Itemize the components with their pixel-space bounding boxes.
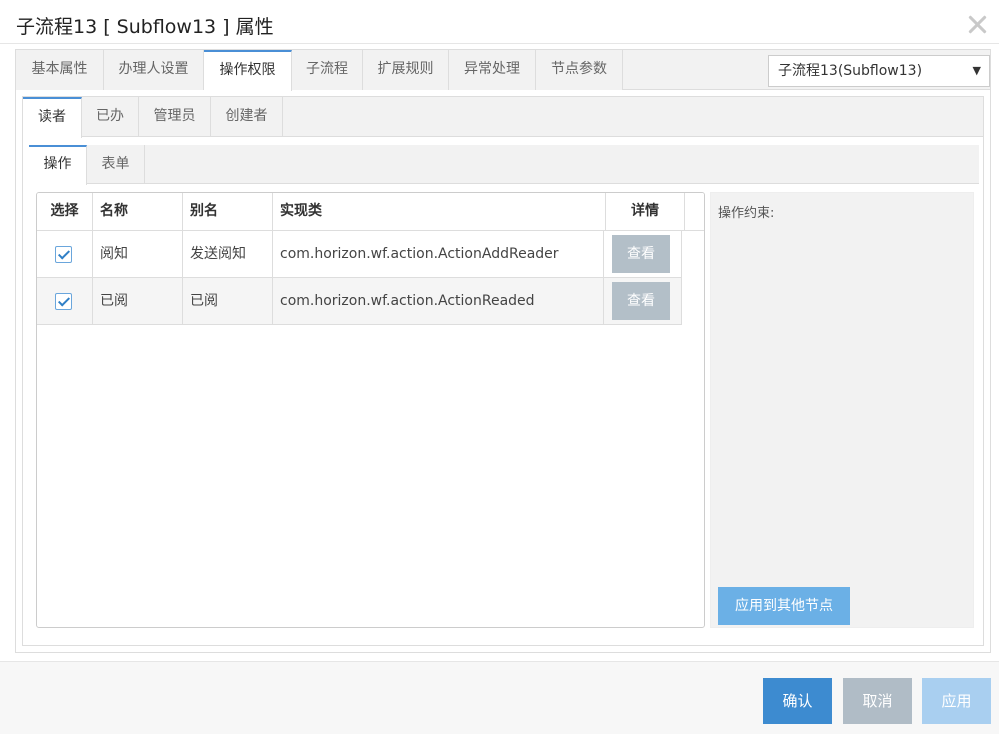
tab-operation[interactable]: 操作	[29, 145, 87, 185]
properties-dialog: 子流程13 [ Subflow13 ] 属性 基本属性 办理人设置 操作权限 子…	[0, 0, 999, 734]
name-cell: 已阅	[93, 278, 183, 324]
main-panel: 基本属性 办理人设置 操作权限 子流程 扩展规则 异常处理 节点参数 子流程13…	[15, 49, 991, 653]
row-checkbox[interactable]	[55, 293, 72, 310]
tab-exception-handling[interactable]: 异常处理	[449, 50, 536, 90]
select-cell	[37, 278, 93, 324]
operation-panel: 操作 表单 选择 名称 别名 实现类 详情 阅知 发送阅知 com.horizo…	[29, 145, 979, 643]
col-class: 实现类	[273, 193, 606, 230]
confirm-button[interactable]: 确认	[763, 678, 832, 724]
alias-cell: 已阅	[183, 278, 273, 324]
tab-extension-rules[interactable]: 扩展规则	[363, 50, 449, 90]
select-cell	[37, 231, 93, 277]
class-cell: com.horizon.wf.action.ActionAddReader	[273, 231, 604, 277]
title-bar: 子流程13 [ Subflow13 ] 属性	[0, 0, 999, 44]
dialog-footer: 确认 取消 应用	[0, 661, 999, 734]
apply-button[interactable]: 应用	[922, 678, 991, 724]
sub-tab-bar: 操作 表单	[29, 145, 979, 185]
table-row[interactable]: 已阅 已阅 com.horizon.wf.action.ActionReaded…	[37, 278, 682, 325]
col-detail: 详情	[606, 193, 685, 230]
role-panel: 读者 已办 管理员 创建者 操作 表单 选择 名称 别名 实现类 详情 阅知 发…	[22, 96, 984, 646]
node-select[interactable]: 子流程13(Subflow13) ▼	[768, 55, 990, 87]
dialog-title: 子流程13 [ Subflow13 ] 属性	[16, 16, 274, 38]
tab-operation-permissions[interactable]: 操作权限	[204, 50, 292, 91]
col-name: 名称	[93, 193, 183, 230]
tab-handler-settings[interactable]: 办理人设置	[104, 50, 204, 90]
view-button[interactable]: 查看	[612, 235, 670, 273]
role-tab-bar: 读者 已办 管理员 创建者	[23, 97, 983, 138]
top-tab-bar: 基本属性 办理人设置 操作权限 子流程 扩展规则 异常处理 节点参数 子流程13…	[16, 50, 990, 91]
table-row[interactable]: 阅知 发送阅知 com.horizon.wf.action.ActionAddR…	[37, 231, 682, 278]
row-checkbox[interactable]	[55, 246, 72, 263]
view-button[interactable]: 查看	[612, 282, 670, 320]
node-select-value: 子流程13(Subflow13)	[778, 63, 923, 79]
constraint-panel: 操作约束: 应用到其他节点	[710, 192, 974, 628]
close-icon[interactable]	[967, 14, 987, 34]
tab-subflow[interactable]: 子流程	[292, 50, 363, 90]
tab-node-parameters[interactable]: 节点参数	[536, 50, 623, 90]
tab-creator[interactable]: 创建者	[211, 97, 283, 137]
cancel-button[interactable]: 取消	[843, 678, 912, 724]
tab-done[interactable]: 已办	[82, 97, 139, 137]
operations-grid: 选择 名称 别名 实现类 详情 阅知 发送阅知 com.horizon.wf.a…	[36, 192, 705, 628]
col-alias: 别名	[183, 193, 273, 230]
tab-admin[interactable]: 管理员	[139, 97, 211, 137]
grid-header: 选择 名称 别名 实现类 详情	[37, 193, 704, 231]
constraint-label: 操作约束:	[718, 206, 775, 221]
tab-form[interactable]: 表单	[87, 145, 145, 184]
name-cell: 阅知	[93, 231, 183, 277]
detail-cell: 查看	[604, 278, 682, 324]
class-cell: com.horizon.wf.action.ActionReaded	[273, 278, 604, 324]
alias-cell: 发送阅知	[183, 231, 273, 277]
detail-cell: 查看	[604, 231, 682, 277]
chevron-down-icon: ▼	[972, 64, 981, 77]
col-select: 选择	[37, 193, 93, 230]
tab-reader[interactable]: 读者	[23, 97, 82, 138]
apply-to-other-nodes-button[interactable]: 应用到其他节点	[718, 587, 850, 625]
tab-basic-properties[interactable]: 基本属性	[16, 50, 104, 90]
